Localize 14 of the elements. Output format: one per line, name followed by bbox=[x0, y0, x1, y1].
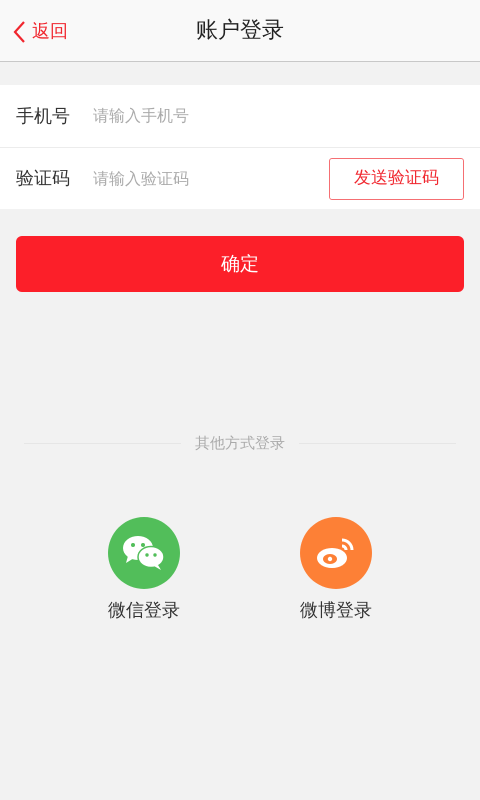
window-title: 账户登录 bbox=[196, 17, 284, 45]
field-label: 验证码 bbox=[16, 167, 71, 191]
eye-waves-icon bbox=[316, 536, 356, 570]
code-input-field[interactable]: 请输入验证码 bbox=[93, 166, 329, 190]
confirm-button[interactable]: 确定 bbox=[16, 236, 464, 292]
back-button[interactable]: 返回 bbox=[12, 18, 68, 45]
send-code-button[interactable]: 发送验证码 bbox=[329, 158, 464, 200]
field-label: 手机号 bbox=[16, 104, 71, 128]
login-option-label: 微信登录 bbox=[108, 598, 180, 622]
login-option-label: 微博登录 bbox=[300, 598, 372, 622]
chevron-left-icon bbox=[12, 20, 26, 44]
section-title: 其他方式登录 bbox=[195, 433, 285, 454]
chat-bubbles-icon bbox=[123, 534, 165, 570]
phone-input-field[interactable]: 请输入手机号 bbox=[93, 104, 464, 128]
